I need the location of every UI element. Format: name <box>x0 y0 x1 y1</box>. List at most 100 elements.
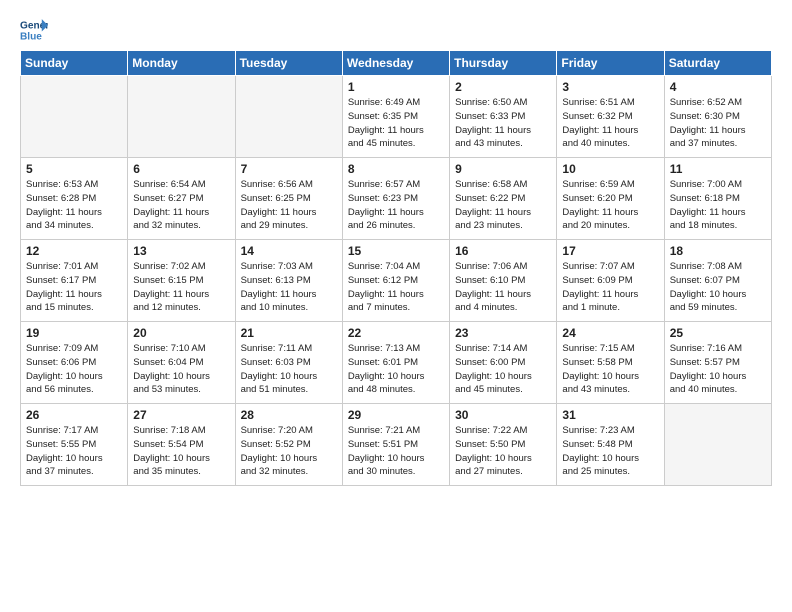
calendar-cell: 6Sunrise: 6:54 AM Sunset: 6:27 PM Daylig… <box>128 158 235 240</box>
day-info: Sunrise: 7:03 AM Sunset: 6:13 PM Dayligh… <box>241 260 337 315</box>
day-number: 5 <box>26 162 122 176</box>
calendar-cell: 5 Sunrise: 6:53 AM Sunset: 6:28 PM Daylig… <box>21 158 128 240</box>
calendar-cell: 13 Sunrise: 7:02 AM Sunset: 6:15 PM Dayli… <box>128 240 235 322</box>
calendar-cell: 30Sunrise: 7:22 AM Sunset: 5:50 PM Dayli… <box>450 404 557 486</box>
day-number: 27 <box>133 408 229 422</box>
calendar-cell <box>128 76 235 158</box>
day-info: Sunrise: 7:13 AM Sunset: 6:01 PM Dayligh… <box>348 342 444 397</box>
day-info: Sunrise: 7:21 AM Sunset: 5:51 PM Dayligh… <box>348 424 444 479</box>
day-number: 22 <box>348 326 444 340</box>
calendar-cell: 8Sunrise: 6:57 AM Sunset: 6:23 PM Daylig… <box>342 158 449 240</box>
calendar-cell: 4 Sunrise: 6:52 AM Sunset: 6:30 PM Daylig… <box>664 76 771 158</box>
day-number: 29 <box>348 408 444 422</box>
week-row-1: 5 Sunrise: 6:53 AM Sunset: 6:28 PM Daylig… <box>21 158 772 240</box>
day-number: 16 <box>455 244 551 258</box>
calendar-cell: 17 Sunrise: 7:07 AM Sunset: 6:09 PM Dayli… <box>557 240 664 322</box>
day-number: 2 <box>455 80 551 94</box>
day-info: Sunrise: 7:18 AM Sunset: 5:54 PM Dayligh… <box>133 424 229 479</box>
day-info: Sunrise: 7:01 AM Sunset: 6:17 PM Dayligh… <box>26 260 122 315</box>
weekday-header-friday: Friday <box>557 51 664 76</box>
calendar-cell: 11 Sunrise: 7:00 AM Sunset: 6:18 PM Dayli… <box>664 158 771 240</box>
day-number: 1 <box>348 80 444 94</box>
day-number: 11 <box>670 162 766 176</box>
weekday-header-thursday: Thursday <box>450 51 557 76</box>
day-info: Sunrise: 7:17 AM Sunset: 5:55 PM Dayligh… <box>26 424 122 479</box>
day-number: 13 <box>133 244 229 258</box>
calendar-cell: 24 Sunrise: 7:15 AM Sunset: 5:58 PM Dayli… <box>557 322 664 404</box>
calendar-cell: 20Sunrise: 7:10 AM Sunset: 6:04 PM Dayli… <box>128 322 235 404</box>
week-row-4: 26 Sunrise: 7:17 AM Sunset: 5:55 PM Dayli… <box>21 404 772 486</box>
week-row-0: 1 Sunrise: 6:49 AM Sunset: 6:35 PM Daylig… <box>21 76 772 158</box>
day-info: Sunrise: 6:59 AM Sunset: 6:20 PM Dayligh… <box>562 178 658 233</box>
calendar-cell: 1 Sunrise: 6:49 AM Sunset: 6:35 PM Daylig… <box>342 76 449 158</box>
day-number: 23 <box>455 326 551 340</box>
day-info: Sunrise: 6:52 AM Sunset: 6:30 PM Dayligh… <box>670 96 766 151</box>
calendar-cell: 22 Sunrise: 7:13 AM Sunset: 6:01 PM Dayli… <box>342 322 449 404</box>
day-number: 19 <box>26 326 122 340</box>
day-number: 12 <box>26 244 122 258</box>
day-number: 31 <box>562 408 658 422</box>
calendar-cell <box>235 76 342 158</box>
week-row-2: 12 Sunrise: 7:01 AM Sunset: 6:17 PM Dayli… <box>21 240 772 322</box>
calendar-cell: 7 Sunrise: 6:56 AM Sunset: 6:25 PM Daylig… <box>235 158 342 240</box>
weekday-header-row: SundayMondayTuesdayWednesdayThursdayFrid… <box>21 51 772 76</box>
day-info: Sunrise: 7:06 AM Sunset: 6:10 PM Dayligh… <box>455 260 551 315</box>
day-number: 21 <box>241 326 337 340</box>
day-info: Sunrise: 6:49 AM Sunset: 6:35 PM Dayligh… <box>348 96 444 151</box>
day-info: Sunrise: 7:14 AM Sunset: 6:00 PM Dayligh… <box>455 342 551 397</box>
weekday-header-sunday: Sunday <box>21 51 128 76</box>
day-info: Sunrise: 7:22 AM Sunset: 5:50 PM Dayligh… <box>455 424 551 479</box>
calendar-cell: 14 Sunrise: 7:03 AM Sunset: 6:13 PM Dayli… <box>235 240 342 322</box>
page-container: General Blue SundayMondayTuesdayWednesda… <box>0 0 792 496</box>
weekday-header-saturday: Saturday <box>664 51 771 76</box>
day-info: Sunrise: 7:09 AM Sunset: 6:06 PM Dayligh… <box>26 342 122 397</box>
day-info: Sunrise: 7:04 AM Sunset: 6:12 PM Dayligh… <box>348 260 444 315</box>
day-number: 3 <box>562 80 658 94</box>
calendar-cell: 31Sunrise: 7:23 AM Sunset: 5:48 PM Dayli… <box>557 404 664 486</box>
calendar-cell: 2 Sunrise: 6:50 AM Sunset: 6:33 PM Daylig… <box>450 76 557 158</box>
day-number: 17 <box>562 244 658 258</box>
day-info: Sunrise: 7:08 AM Sunset: 6:07 PM Dayligh… <box>670 260 766 315</box>
day-number: 24 <box>562 326 658 340</box>
day-info: Sunrise: 6:53 AM Sunset: 6:28 PM Dayligh… <box>26 178 122 233</box>
calendar-table: SundayMondayTuesdayWednesdayThursdayFrid… <box>20 50 772 486</box>
day-number: 9 <box>455 162 551 176</box>
day-info: Sunrise: 6:51 AM Sunset: 6:32 PM Dayligh… <box>562 96 658 151</box>
calendar-cell: 25Sunrise: 7:16 AM Sunset: 5:57 PM Dayli… <box>664 322 771 404</box>
day-number: 26 <box>26 408 122 422</box>
day-info: Sunrise: 7:15 AM Sunset: 5:58 PM Dayligh… <box>562 342 658 397</box>
calendar-cell: 18Sunrise: 7:08 AM Sunset: 6:07 PM Dayli… <box>664 240 771 322</box>
weekday-header-wednesday: Wednesday <box>342 51 449 76</box>
day-info: Sunrise: 7:02 AM Sunset: 6:15 PM Dayligh… <box>133 260 229 315</box>
day-info: Sunrise: 6:50 AM Sunset: 6:33 PM Dayligh… <box>455 96 551 151</box>
logo: General Blue <box>20 16 48 44</box>
svg-text:Blue: Blue <box>20 31 42 42</box>
calendar-cell: 27 Sunrise: 7:18 AM Sunset: 5:54 PM Dayli… <box>128 404 235 486</box>
calendar-cell: 3 Sunrise: 6:51 AM Sunset: 6:32 PM Daylig… <box>557 76 664 158</box>
calendar-cell: 16 Sunrise: 7:06 AM Sunset: 6:10 PM Dayli… <box>450 240 557 322</box>
day-info: Sunrise: 6:57 AM Sunset: 6:23 PM Dayligh… <box>348 178 444 233</box>
logo-icon: General Blue <box>20 16 48 44</box>
day-info: Sunrise: 7:10 AM Sunset: 6:04 PM Dayligh… <box>133 342 229 397</box>
day-info: Sunrise: 7:20 AM Sunset: 5:52 PM Dayligh… <box>241 424 337 479</box>
calendar-cell: 10Sunrise: 6:59 AM Sunset: 6:20 PM Dayli… <box>557 158 664 240</box>
calendar-cell: 29 Sunrise: 7:21 AM Sunset: 5:51 PM Dayli… <box>342 404 449 486</box>
calendar-cell: 15 Sunrise: 7:04 AM Sunset: 6:12 PM Dayli… <box>342 240 449 322</box>
day-info: Sunrise: 7:11 AM Sunset: 6:03 PM Dayligh… <box>241 342 337 397</box>
day-number: 28 <box>241 408 337 422</box>
calendar-cell <box>664 404 771 486</box>
header: General Blue <box>20 16 772 44</box>
day-number: 4 <box>670 80 766 94</box>
calendar-cell: 21 Sunrise: 7:11 AM Sunset: 6:03 PM Dayli… <box>235 322 342 404</box>
day-info: Sunrise: 7:07 AM Sunset: 6:09 PM Dayligh… <box>562 260 658 315</box>
day-number: 7 <box>241 162 337 176</box>
calendar-cell: 9 Sunrise: 6:58 AM Sunset: 6:22 PM Daylig… <box>450 158 557 240</box>
week-row-3: 19 Sunrise: 7:09 AM Sunset: 6:06 PM Dayli… <box>21 322 772 404</box>
day-info: Sunrise: 7:16 AM Sunset: 5:57 PM Dayligh… <box>670 342 766 397</box>
day-number: 14 <box>241 244 337 258</box>
day-info: Sunrise: 6:56 AM Sunset: 6:25 PM Dayligh… <box>241 178 337 233</box>
day-info: Sunrise: 6:58 AM Sunset: 6:22 PM Dayligh… <box>455 178 551 233</box>
day-number: 15 <box>348 244 444 258</box>
day-info: Sunrise: 7:00 AM Sunset: 6:18 PM Dayligh… <box>670 178 766 233</box>
day-info: Sunrise: 6:54 AM Sunset: 6:27 PM Dayligh… <box>133 178 229 233</box>
